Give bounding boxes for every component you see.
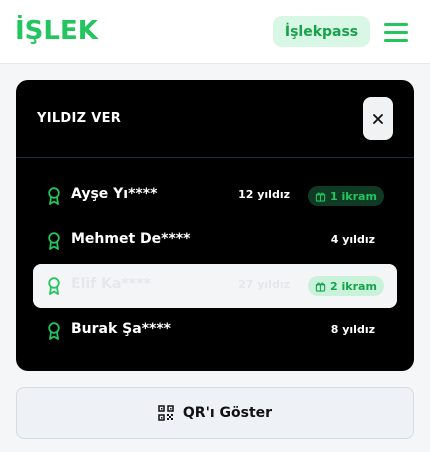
user-name: Elif Ka**** [71, 276, 151, 292]
list-item[interactable]: Elif Ka**** 27 yıldız 2 ikram [33, 264, 397, 308]
star-count: 4 yıldız [330, 233, 375, 246]
gift-icon [315, 192, 326, 202]
close-button[interactable] [363, 97, 393, 140]
award-icon [48, 232, 60, 250]
hamburger-icon[interactable] [384, 21, 408, 43]
star-count: 27 yıldız [238, 278, 290, 291]
star-count: 8 yıldız [330, 323, 375, 336]
user-name: Ayşe Yı**** [71, 186, 158, 202]
star-count: 12 yıldız [238, 188, 290, 201]
give-star-panel: YILDIZ VER Ayşe Yı**** 12 yıldız 1 ikram [16, 80, 414, 371]
award-icon [48, 322, 60, 340]
panel-title: YILDIZ VER [37, 111, 122, 126]
list-item[interactable]: Burak Şa**** 8 yıldız [33, 309, 397, 353]
islekpass-button[interactable]: İşlekpass [273, 16, 370, 47]
qr-code-icon [158, 405, 174, 421]
treat-badge: 1 ikram [308, 186, 384, 206]
top-bar: İŞLEK İşlekpass [0, 0, 430, 64]
list-item[interactable]: Ayşe Yı**** 12 yıldız 1 ikram [33, 174, 397, 218]
show-qr-button[interactable]: QR'ı Göster [16, 387, 414, 439]
badge-label: 2 ikram [330, 279, 377, 293]
list-item[interactable]: Mehmet De**** 4 yıldız [33, 219, 397, 263]
treat-badge: 2 ikram [308, 276, 384, 296]
divider [16, 157, 414, 158]
award-icon [48, 187, 60, 205]
award-icon [48, 277, 60, 295]
user-name: Burak Şa**** [71, 321, 171, 337]
gift-icon [315, 282, 326, 292]
badge-label: 1 ikram [330, 189, 377, 203]
close-icon [373, 113, 383, 124]
qr-button-label: QR'ı Göster [182, 405, 273, 421]
user-name: Mehmet De**** [71, 231, 191, 247]
logo[interactable]: İŞLEK [15, 15, 98, 47]
